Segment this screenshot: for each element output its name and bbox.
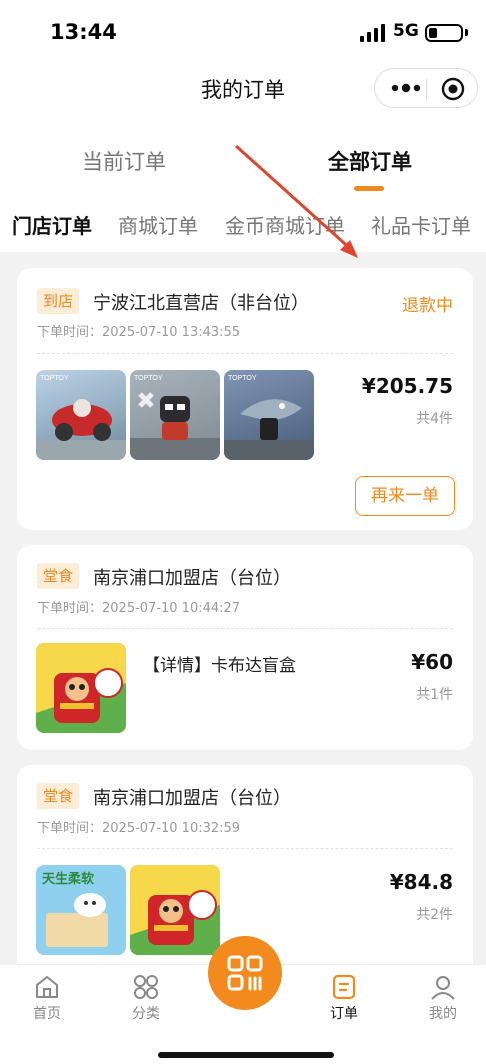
- divider: [37, 628, 453, 629]
- order-type-tag: 堂食: [37, 783, 80, 809]
- order-card[interactable]: 堂食 南京浦口加盟店（台位） 下单时间：2025-07-10 10:44:27 …: [17, 545, 473, 750]
- orders-page: 13:44 5G 我的订单 当前订单 全部订单 门店订单 商城订单 金币商城订单…: [0, 0, 486, 1064]
- tab-category[interactable]: 分类: [116, 965, 176, 1023]
- profile-icon: [431, 976, 455, 1000]
- home-indicator: [158, 1052, 334, 1058]
- thumb-brand: TOPTOY: [134, 375, 163, 382]
- divider: [37, 848, 453, 849]
- thumb-caption: 天生柔软: [42, 871, 94, 887]
- order-time: 下单时间：2025-07-10 13:43:55: [37, 325, 241, 340]
- kabuda-box-image: [130, 865, 220, 945]
- tab-label: 分类: [132, 1006, 160, 1022]
- order-icon: [332, 974, 356, 1000]
- order-quantity: 共2件: [416, 907, 453, 923]
- tab-orders[interactable]: 订单: [314, 965, 374, 1023]
- scan-button[interactable]: [208, 936, 282, 1010]
- product-thumbnail[interactable]: [36, 643, 126, 733]
- order-card[interactable]: 到店 宁波江北直营店（非台位） 退款中 下单时间：2025-07-10 13:4…: [17, 268, 473, 530]
- thumb-brand: TOPTOY: [228, 375, 257, 382]
- figure-image: TOPTOY: [224, 375, 314, 460]
- tab-home[interactable]: 首页: [17, 965, 77, 1023]
- figure-image: TOPTOY: [36, 375, 126, 460]
- order-price: ¥60: [411, 650, 453, 674]
- kabuda-box-image: [36, 643, 126, 733]
- home-icon: [36, 976, 58, 998]
- product-thumbnail[interactable]: 天生柔软: [36, 865, 126, 955]
- product-thumbnail[interactable]: TOPTOY: [36, 370, 126, 460]
- product-thumbnail[interactable]: TOPTOY: [130, 370, 220, 460]
- order-price: ¥84.8: [389, 870, 453, 894]
- reorder-button[interactable]: 再来一单: [355, 476, 455, 516]
- store-name: 南京浦口加盟店（台位）: [93, 568, 291, 589]
- product-name: 【详情】卡布达盲盒: [143, 656, 296, 676]
- category-icon: [134, 975, 158, 999]
- order-time: 下单时间：2025-07-10 10:32:59: [37, 821, 241, 836]
- divider: [37, 353, 453, 354]
- tab-label: 首页: [33, 1006, 61, 1022]
- order-type-tag: 堂食: [37, 563, 80, 589]
- figure-image: TOPTOY: [130, 375, 220, 460]
- tab-profile[interactable]: 我的: [413, 965, 473, 1023]
- store-name: 南京浦口加盟店（台位）: [93, 788, 291, 809]
- order-time: 下单时间：2025-07-10 10:44:27: [37, 601, 241, 616]
- scan-icon: [227, 955, 263, 991]
- product-thumbnail[interactable]: TOPTOY: [224, 370, 314, 460]
- annotation-arrow: [234, 144, 358, 258]
- tab-label: 订单: [330, 1006, 358, 1022]
- tab-label: 我的: [429, 1006, 457, 1022]
- order-quantity: 共4件: [416, 411, 453, 427]
- plush-box-image: 天生柔软: [42, 871, 108, 947]
- order-price: ¥205.75: [361, 374, 453, 398]
- product-thumbnail[interactable]: [130, 865, 220, 955]
- thumb-brand: TOPTOY: [40, 375, 69, 382]
- order-quantity: 共1件: [416, 687, 453, 703]
